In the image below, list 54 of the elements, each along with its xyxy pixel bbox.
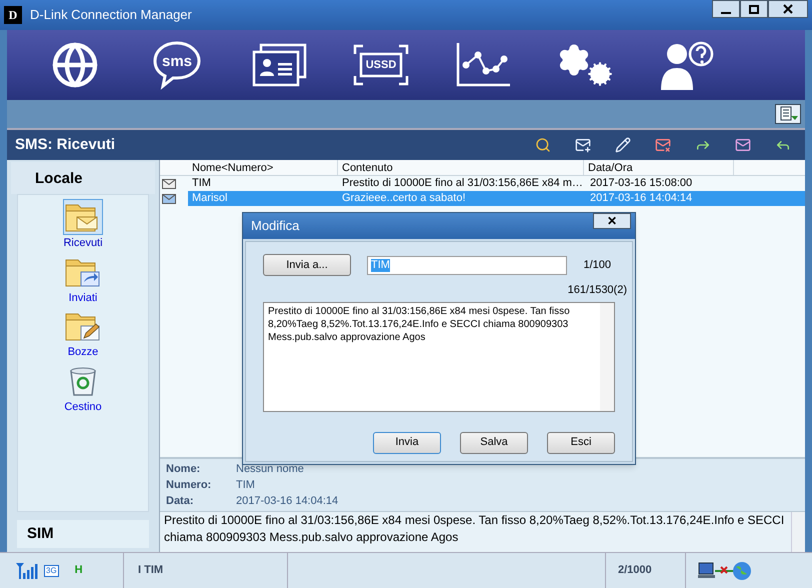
folder-item[interactable]: Inviati: [61, 254, 105, 306]
network-mode-label: H: [74, 563, 83, 578]
user-help-icon[interactable]: [659, 40, 715, 90]
sim-tab[interactable]: SIM: [17, 520, 149, 548]
character-count: 161/1530(2): [568, 283, 627, 298]
close-icon: [783, 4, 793, 14]
app-logo: D: [4, 6, 22, 24]
operator-name: I TIM: [124, 553, 288, 588]
minimize-button[interactable]: [712, 0, 740, 18]
dialog-title: Modifica: [251, 217, 300, 236]
network-badge: 3G: [44, 564, 59, 576]
sidebar-title: Locale: [35, 168, 83, 188]
globe-icon[interactable]: [51, 41, 99, 89]
section-title: SMS: Ricevuti: [15, 134, 116, 155]
field-value: 2017-03-16 14:04:14: [236, 494, 338, 509]
window-title: D-Link Connection Manager: [30, 6, 192, 24]
edit-icon[interactable]: [615, 137, 631, 153]
close-button[interactable]: [768, 0, 808, 18]
delete-mail-icon[interactable]: [655, 137, 671, 153]
folder-item[interactable]: Bozze: [61, 308, 105, 360]
sms-count: 2/1000: [606, 553, 686, 588]
field-value: TIM: [236, 478, 255, 493]
signal-icon: [16, 562, 38, 578]
contact-card-icon[interactable]: [251, 43, 307, 87]
field-label: Nome:: [166, 462, 202, 477]
field-label: Numero:: [166, 478, 212, 493]
close-button[interactable]: ✕: [593, 213, 631, 229]
search-icon[interactable]: [535, 137, 551, 153]
line-chart-icon[interactable]: [456, 43, 510, 87]
message-row[interactable]: TIM Prestito di 10000E fino al 31/03:156,86E x84 m… 2017-03-16 15:08:00: [188, 176, 805, 191]
envelope-icon: [162, 194, 176, 204]
dialog-button[interactable]: Esci: [547, 432, 615, 454]
field-value: Nessun nome: [236, 462, 304, 477]
gears-icon[interactable]: [557, 43, 613, 87]
column-header[interactable]: Data/Ora: [584, 160, 734, 175]
recycle-bin-icon: [68, 364, 98, 396]
dialog-button[interactable]: Salva: [460, 432, 528, 454]
send-to-button[interactable]: Invia a...: [263, 254, 351, 276]
scrollbar[interactable]: [791, 512, 805, 552]
envelope-icon: [162, 178, 176, 188]
column-header[interactable]: Nome<Numero>: [188, 160, 338, 175]
column-header[interactable]: Contenuto: [338, 160, 584, 175]
message-text: Prestito di 10000E fino al 31/03:156,86E x84 mesi 0spese. Tan fisso 8,20%Taeg 8,52%.Tot.13.176,24E.Info e SECCI chiama 800909303 Mess.pub.salvo approvazione Agos: [163, 512, 786, 546]
maximize-button[interactable]: [740, 0, 768, 18]
field-label: Data:: [166, 494, 195, 509]
folder-item[interactable]: Cestino: [62, 362, 104, 415]
document-list-icon[interactable]: [775, 104, 801, 124]
dialog-button[interactable]: Invia: [373, 432, 441, 454]
mail-icon[interactable]: [735, 137, 751, 153]
scrollbar[interactable]: [600, 302, 614, 410]
new-mail-icon[interactable]: [575, 137, 591, 153]
connection-status-icon: [698, 560, 752, 582]
message-field[interactable]: Prestito di 10000E fino al 31/03:156,86E x84 mesi 0spese. Tan fisso 8,20%Taeg 8,52%.Tot.13.176,24E.Info e SECCI chiama 800909303 Mess.pub.salvo approvazione Agos: [263, 302, 615, 412]
recipient-count: 1/100: [583, 258, 611, 273]
